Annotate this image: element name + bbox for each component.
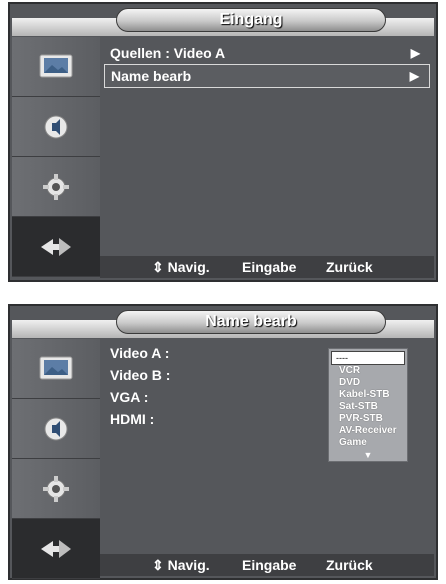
sound-icon — [44, 417, 68, 440]
dropdown-option-dvd[interactable]: DVD — [329, 377, 407, 389]
sidebar-item-sound[interactable] — [12, 399, 100, 459]
dropdown-option-pvr-stb[interactable]: PVR-STB — [329, 413, 407, 425]
menu-title: Name bearb — [205, 313, 297, 330]
dropdown-option-av-receiver[interactable]: AV-Receiver — [329, 425, 407, 437]
back-hint: Zurück — [326, 557, 373, 573]
sidebar-item-picture[interactable] — [12, 37, 100, 97]
dropdown-option-game[interactable]: Game — [329, 437, 407, 449]
input-icon — [41, 237, 71, 256]
edit-name-panel: Name bearb Video A: Video B: VGA: HDM… — [8, 304, 438, 580]
edit-name-label: Name bearb — [111, 68, 192, 84]
sidebar — [12, 37, 100, 277]
sidebar-item-input[interactable] — [12, 217, 100, 277]
source-label: Quellen : Video A — [110, 45, 226, 61]
picture-icon — [39, 54, 73, 77]
sidebar — [12, 339, 100, 579]
dropdown-option-sat-stb[interactable]: Sat-STB — [329, 401, 407, 413]
enter-hint: Eingabe — [242, 557, 297, 573]
menu-row-source[interactable]: Quellen : Video A ▶ — [104, 42, 430, 64]
name-dropdown[interactable]: ---- VCR DVD Kabel-STB Sat-STB PVR-STB A… — [328, 348, 408, 462]
sidebar-item-sound[interactable] — [12, 97, 100, 157]
sidebar-item-input[interactable] — [12, 519, 100, 579]
menu-title: Eingang — [219, 11, 283, 28]
dropdown-option-vcr[interactable]: VCR — [329, 365, 407, 377]
back-hint: Zurück — [326, 259, 373, 275]
menu-content: Quellen : Video A ▶ Name bearb ▶ — [104, 42, 430, 88]
footer-bar: ⇕ Navig. Eingabe Zurück — [100, 256, 434, 278]
picture-icon — [39, 356, 73, 379]
menu-row-edit-name[interactable]: Name bearb ▶ — [104, 64, 430, 88]
sidebar-item-picture[interactable] — [12, 339, 100, 399]
sidebar-item-setup[interactable] — [12, 459, 100, 519]
setup-icon — [43, 475, 69, 502]
nav-hint: ⇕ Navig. — [152, 259, 210, 275]
dropdown-option-kabel-stb[interactable]: Kabel-STB — [329, 389, 407, 401]
input-icon — [41, 539, 71, 558]
arrow-right-icon: ▶ — [410, 46, 420, 60]
sidebar-item-setup[interactable] — [12, 157, 100, 217]
setup-icon — [43, 173, 69, 200]
dropdown-selected[interactable]: ---- — [331, 351, 405, 365]
chevron-down-icon[interactable]: ▼ — [329, 449, 407, 461]
nav-hint: ⇕ Navig. — [152, 557, 210, 573]
footer-bar: ⇕ Navig. Eingabe Zurück — [100, 554, 434, 576]
arrow-right-icon: ▶ — [409, 69, 419, 83]
sound-icon — [44, 115, 68, 138]
enter-hint: Eingabe — [242, 259, 297, 275]
input-menu-panel: Eingang Quellen: Video A ▶ Name bearb ▶… — [8, 2, 438, 282]
